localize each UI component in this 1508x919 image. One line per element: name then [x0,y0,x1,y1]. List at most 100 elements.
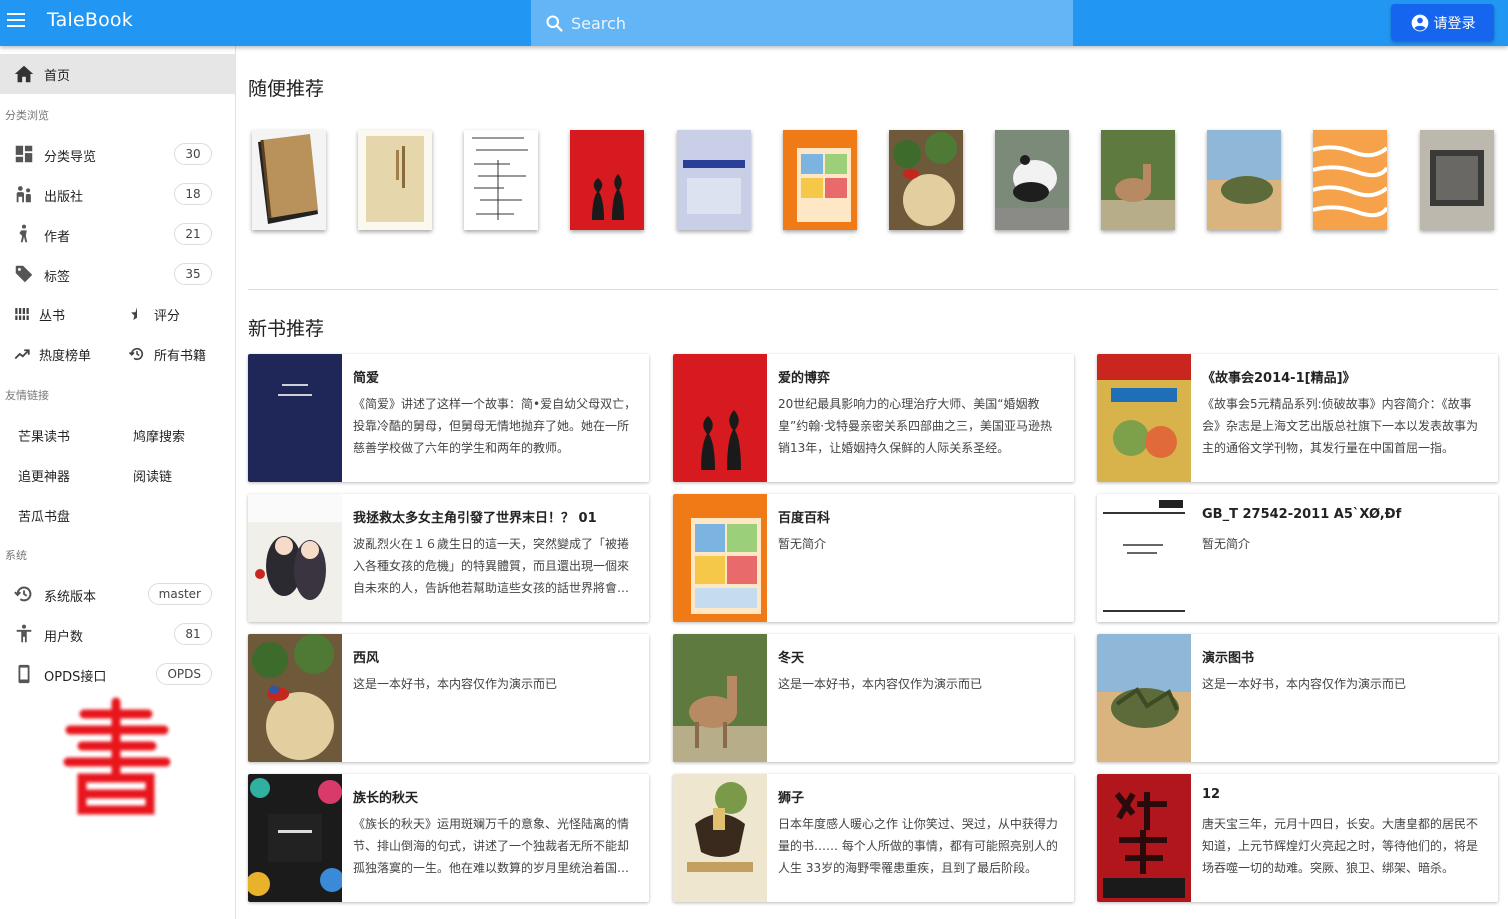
nav-series-label: 丛书 [39,308,66,324]
history-icon [14,586,32,602]
book-title: 我拯救太多女主角引發了世界末日！？ 01 [353,511,597,526]
book-title: 爱的博弈 [778,371,831,386]
nav-publishers-label: 出版社 [44,190,84,205]
book-description: 日本年度感人暖心之作 让你笑过、哭过，从中获得力量的书…… 每个人所做的事情，都… [778,817,1058,875]
book-cover[interactable] [889,130,963,230]
brown-book-image [252,130,326,230]
nav-opds[interactable]: OPDS接口 OPDS [0,654,235,694]
book-thumb [673,494,767,622]
autumn-patriarch-cover-image [248,774,342,902]
tan-book-image [358,130,432,230]
nav-version[interactable]: 系统版本 master [0,574,235,614]
book-thumb [673,354,767,482]
browse-subheader: 分类浏览 [5,109,49,122]
book-card[interactable]: 简爱 《简爱》讲述了这样一个故事：简•爱自幼父母双亡，投靠冷酷的舅母，但舅母无情… [248,354,649,482]
phone-icon [18,664,30,684]
panda-image [995,130,1069,230]
book-cover[interactable] [677,130,751,230]
book-card[interactable]: GB_T 27542-2011 Ä5`XØ,Ðf 暂无简介 [1097,494,1498,622]
tag-icon [15,265,33,283]
book-cover[interactable] [252,130,326,230]
nav-all-books[interactable]: 所有书籍 [128,334,206,374]
book-title: 演示图书 [1202,651,1255,666]
book-cover[interactable] [1313,130,1387,230]
nav-authors[interactable]: 作者 21 [0,214,235,254]
book-title: 西风 [353,651,380,666]
book-card[interactable]: 狮子 日本年度感人暖心之作 让你笑过、哭过，从中获得力量的书…… 每个人所做的事… [673,774,1074,902]
login-label: 请登录 [1433,15,1476,32]
navigation-drawer: 首页 分类浏览 分类导览 30 出版社 18 作者 21 标签 35 丛书 评分… [0,46,236,919]
book-thumb [1097,494,1191,622]
search-icon [546,14,563,32]
search-bar[interactable] [531,0,1073,46]
book-cover[interactable] [1420,130,1494,230]
book-cover[interactable] [1101,130,1175,230]
document-scan-image [464,130,538,230]
book-description: 《族长的秋天》运用斑斓万千的意象、光怪陆离的情节、排山倒海的句式，讲述了一个独裁… [353,817,630,875]
person-walk-icon [19,224,28,243]
count-badge: 18 [174,183,212,205]
nav-hot-label: 热度榜单 [39,348,92,364]
star-half-icon [131,307,137,320]
book-description: 这是一本好书，本内容仅作为演示而已 [353,677,558,691]
book-card[interactable]: 百度百科 暂无简介 [673,494,1074,622]
book-card[interactable]: 演示图书 这是一本好书，本内容仅作为演示而已 [1097,634,1498,762]
comic-almanac-image [783,130,857,230]
nav-users[interactable]: 用户数 81 [0,614,235,654]
book-card[interactable]: 我拯救太多女主角引發了世界末日！？ 01 波亂烈火在１６歲生日的這一天，突然變成… [248,494,649,622]
nav-tags[interactable]: 标签 35 [0,254,235,294]
accessibility-icon [16,624,32,643]
nav-categories-label: 分类导览 [44,150,97,165]
red-chess-cover-image [673,354,767,482]
account-circle-icon [1411,14,1428,31]
blue-textbook-image [677,130,751,230]
red-chess-image [570,130,644,230]
nav-opds-label: OPDS接口 [44,670,107,685]
standard-document-cover-image [1097,494,1191,622]
book-cover[interactable] [995,130,1069,230]
version-badge: master [147,583,212,605]
book-description: 暂无简介 [1202,537,1251,551]
book-card[interactable]: 冬天 这是一本好书，本内容仅作为演示而已 [673,634,1074,762]
nav-rating[interactable]: 评分 [128,294,180,334]
book-title: 百度百科 [778,511,831,526]
book-description: 这是一本好书，本内容仅作为演示而已 [778,677,983,691]
nav-hot[interactable]: 热度榜单 [13,334,91,374]
link-jiumo[interactable]: 鸠摩搜索 [133,426,185,445]
jane-eyre-cover-image [248,354,342,482]
book-card[interactable]: 族长的秋天 《族长的秋天》运用斑斓万千的意象、光怪陆离的情节、排山倒海的句式，讲… [248,774,649,902]
nav-publishers[interactable]: 出版社 18 [0,174,235,214]
search-input[interactable] [571,13,1051,33]
count-badge: 35 [174,263,212,285]
people-icon [16,186,31,203]
book-card[interactable]: 12 唐天宝三年，元月十四日，长安。大唐皇都的居民不知道，上元节辉煌灯火亮起之时… [1097,774,1498,902]
book-cover[interactable] [464,130,538,230]
link-kugua[interactable]: 苦瓜书盘 [18,506,70,525]
link-zhuigeng[interactable]: 追更神器 [18,466,70,485]
nav-tags-label: 标签 [44,270,71,285]
app-bar: TaleBook 请登录 [0,0,1508,46]
grey-photo-image [1420,130,1494,230]
app-title[interactable]: TaleBook [47,9,133,31]
book-cover[interactable] [1207,130,1281,230]
menu-icon[interactable] [7,13,25,27]
book-cover[interactable] [783,130,857,230]
book-card[interactable]: 爱的博弈 20世纪最具影响力的心理治疗大师、美国“婚姻教皇”约翰·戈特曼亲密关系… [673,354,1074,482]
deer-image [1101,130,1175,230]
link-mangguo[interactable]: 芒果读书 [18,426,70,445]
count-badge: 21 [174,223,212,245]
system-subheader: 系统 [5,549,27,562]
book-cover[interactable] [570,130,644,230]
nav-categories[interactable]: 分类导览 30 [0,134,235,174]
nav-all-books-label: 所有书籍 [154,348,207,364]
book-card[interactable]: 《故事会2014-1[精品]》 《故事会5元精品系列:侦破故事》内容简介：《故事… [1097,354,1498,482]
history-icon [128,347,144,361]
book-cover[interactable] [358,130,432,230]
nav-series[interactable]: 丛书 [13,294,65,334]
link-yueduilian[interactable]: 阅读链 [133,466,172,485]
book-card[interactable]: 西风 这是一本好书，本内容仅作为演示而已 [248,634,649,762]
users-badge: 81 [174,623,212,645]
login-button[interactable]: 请登录 [1391,4,1494,41]
trending-up-icon [14,349,30,360]
nav-home[interactable]: 首页 [0,54,235,94]
